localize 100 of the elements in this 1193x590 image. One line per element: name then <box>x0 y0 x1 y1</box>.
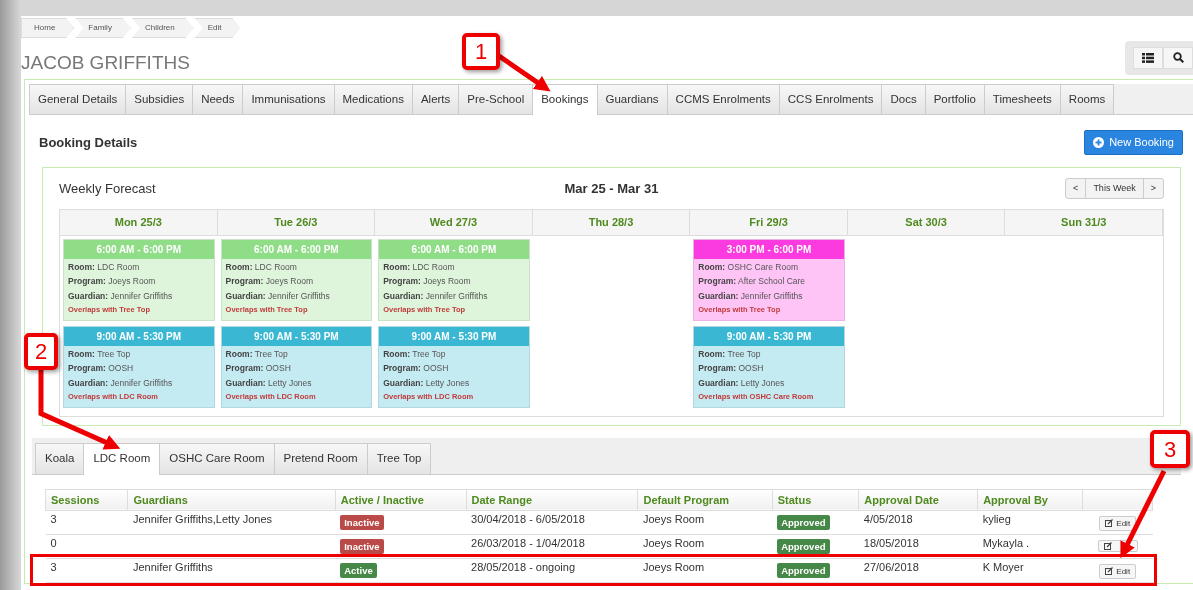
new-booking-button[interactable]: New Booking <box>1084 130 1183 155</box>
tab[interactable]: Portfolio <box>924 83 985 115</box>
edit-icon <box>1105 519 1114 528</box>
search-button[interactable] <box>1163 46 1193 69</box>
tab[interactable]: General Details <box>29 83 127 115</box>
breadcrumb-item[interactable]: Children <box>131 18 194 38</box>
day-header: Mon 25/3 <box>60 210 218 236</box>
day-header: Tue 26/3 <box>217 210 376 236</box>
table-cell: kylieg <box>982 512 1011 525</box>
list-view-button[interactable] <box>1133 46 1163 69</box>
event-detail: Room: Tree Top <box>383 347 447 361</box>
previous-week-button[interactable]: < <box>1066 178 1086 199</box>
event-detail: Room: LDC Room <box>68 260 141 274</box>
table-cell: 18/05/2018 <box>863 536 919 549</box>
event-time: 9:00 AM - 5:30 PM <box>221 326 372 346</box>
column-header: Guardians <box>127 489 336 511</box>
event-detail: Program: OOSH <box>698 362 765 376</box>
room-tab[interactable]: Pretend Room <box>273 442 368 474</box>
room-tab[interactable]: OSHC Care Room <box>159 442 275 474</box>
next-week-button[interactable]: > <box>1142 178 1163 199</box>
event-detail: Guardian: Letty Jones <box>698 376 786 390</box>
event-detail: Room: OSHC Care Room <box>698 260 799 274</box>
status-badge: Approved <box>777 562 830 578</box>
event-detail: Program: Joeys Room <box>68 275 157 289</box>
event-detail: Guardian: Jennifer Griffiths <box>68 289 174 303</box>
event-time: 9:00 AM - 5:30 PM <box>694 326 844 346</box>
breadcrumb-item[interactable]: Home <box>21 18 75 38</box>
column-header: Status <box>772 489 859 511</box>
table-cell: K Moyer <box>982 560 1024 573</box>
edit-icon <box>1103 541 1112 550</box>
event-detail: Program: OOSH <box>68 362 135 376</box>
table-cell: 3 <box>50 512 57 525</box>
table-cell: 4/05/2018 <box>863 512 913 525</box>
event-time: 9:00 AM - 5:30 PM <box>64 326 214 346</box>
event-time: 6:00 AM - 6:00 PM <box>64 239 214 259</box>
breadcrumb-item[interactable]: Family <box>75 18 131 38</box>
event-detail: Program: After School Care <box>698 275 807 289</box>
tab[interactable]: Pre-School <box>458 83 534 115</box>
table-cell: 27/06/2018 <box>863 560 919 573</box>
event-detail: Guardian: Jennifer Griffiths <box>383 289 489 303</box>
table-cell: Jennifer Griffiths <box>132 560 213 573</box>
event-detail: Program: Joeys Room <box>383 275 472 289</box>
room-tab[interactable]: Tree Top <box>366 442 432 474</box>
table-cell: 26/03/2018 - 1/04/2018 <box>471 536 585 549</box>
column-header: Date Range <box>466 489 638 511</box>
tab[interactable]: CCS Enrolments <box>778 83 883 115</box>
status-badge: Inactive <box>340 514 384 530</box>
event-time: 6:00 AM - 6:00 PM <box>379 239 529 259</box>
event-detail: Room: Tree Top <box>68 347 132 361</box>
tab[interactable]: Rooms <box>1059 83 1115 115</box>
table-cell: Joeys Room <box>642 536 705 549</box>
edit-icon <box>1105 567 1114 576</box>
event-detail: Guardian: Jennifer Griffiths <box>698 289 804 303</box>
this-week-button[interactable]: This Week <box>1085 178 1143 199</box>
day-header: Sun 31/3 <box>1005 210 1163 236</box>
event-detail: Guardian: Jennifer Griffiths <box>225 289 331 303</box>
callout-number: 1 <box>462 33 500 70</box>
event-time: 6:00 AM - 6:00 PM <box>221 239 372 259</box>
tab[interactable]: Immunisations <box>242 83 335 115</box>
day-header: Sat 30/3 <box>847 210 1006 236</box>
tab[interactable]: Bookings <box>532 83 598 116</box>
day-header: Wed 27/3 <box>375 210 533 236</box>
room-tab[interactable]: Koala <box>35 442 85 474</box>
event-detail: Room: Tree Top <box>225 347 289 361</box>
tab[interactable]: Docs <box>881 83 926 115</box>
table-cell: 28/05/2018 - ongoing <box>471 560 575 573</box>
event-time: 9:00 AM - 5:30 PM <box>379 326 529 346</box>
tab[interactable]: Medications <box>333 83 413 115</box>
breadcrumb-item[interactable]: Edit <box>194 18 241 38</box>
table-cell: 30/04/2018 - 6/05/2018 <box>471 512 585 525</box>
column-header: Approval Date <box>858 489 978 511</box>
event-detail: Guardian: Letty Jones <box>383 376 471 390</box>
forecast-title: Weekly Forecast <box>59 179 157 198</box>
table-cell: Mykayla . <box>982 536 1030 549</box>
table-cell: 0 <box>50 536 57 549</box>
column-header: Active / Inactive <box>335 489 466 511</box>
tab[interactable]: Timesheets <box>983 83 1061 115</box>
day-header: Thu 28/3 <box>532 210 691 236</box>
search-icon <box>1172 52 1184 64</box>
room-tab[interactable]: LDC Room <box>83 442 161 475</box>
tab[interactable]: Subsidies <box>125 83 194 115</box>
tab[interactable]: Needs <box>192 83 244 115</box>
tab[interactable]: CCMS Enrolments <box>666 83 780 115</box>
event-detail: Room: LDC Room <box>225 260 298 274</box>
callout-number: 2 <box>24 333 58 370</box>
table-cell: Joeys Room <box>642 560 705 573</box>
column-header: Approval By <box>977 489 1083 511</box>
section-title: Booking Details <box>39 133 138 152</box>
status-badge: Approved <box>777 514 830 530</box>
date-range: Mar 25 - Mar 31 <box>563 179 660 198</box>
edit-button[interactable]: Edit <box>1099 563 1137 579</box>
tab[interactable]: Guardians <box>596 83 668 115</box>
event-detail: Guardian: Jennifer Griffiths <box>68 376 174 390</box>
plus-circle-icon <box>1093 136 1105 148</box>
event-detail: Guardian: Letty Jones <box>225 376 313 390</box>
edit-button[interactable]: Edit <box>1099 515 1137 531</box>
arrow <box>497 53 551 92</box>
tab[interactable]: Alerts <box>411 83 460 115</box>
event-detail: Program: Joeys Room <box>225 275 314 289</box>
callout-number: 3 <box>1150 430 1190 468</box>
